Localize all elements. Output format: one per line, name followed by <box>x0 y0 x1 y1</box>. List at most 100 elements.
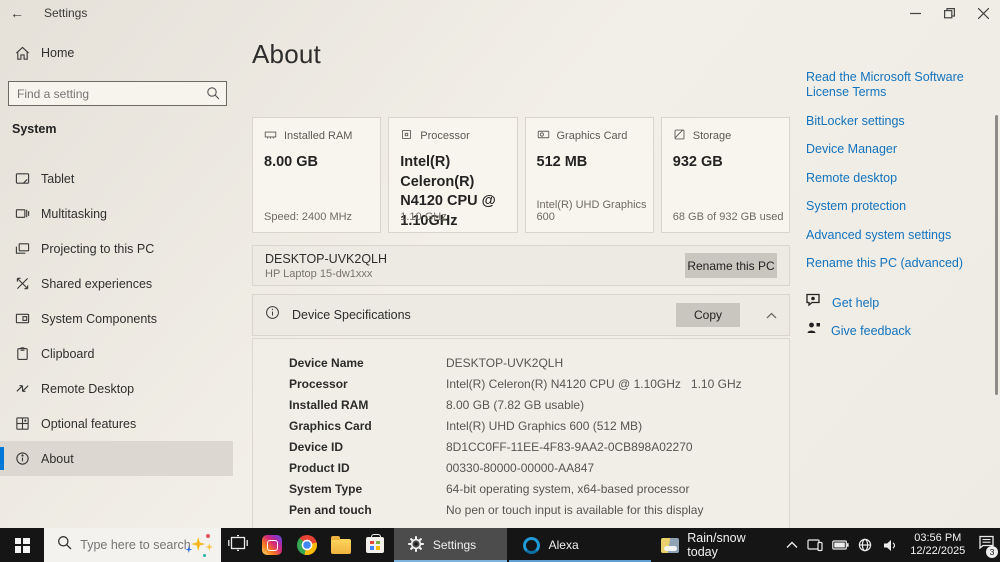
sidebar-item-tablet[interactable]: Tablet <box>0 161 233 196</box>
shared-experiences-icon <box>14 276 30 292</box>
rename-pc-button[interactable]: Rename this PC <box>685 253 777 278</box>
spec-value: Intel(R) Celeron(R) N4120 CPU @ 1.10GHz … <box>446 376 742 391</box>
about-icon <box>14 451 30 467</box>
spec-row: Device ID 8D1CC0FF-11EE-4F83-9AA2-0CB898A… <box>253 436 789 457</box>
restore-button[interactable] <box>932 0 966 26</box>
search-highlights-icon[interactable] <box>185 533 214 557</box>
sidebar-item-projecting[interactable]: Projecting to this PC <box>0 231 233 266</box>
taskbar-search-input[interactable] <box>80 538 199 552</box>
sidebar: Home System Tablet Multitasking <box>0 26 233 528</box>
storage-icon <box>673 128 686 144</box>
card-value: 512 MB <box>536 154 588 170</box>
settings-window: ← Settings Home System <box>0 0 1000 546</box>
get-help-link[interactable]: Get help <box>806 293 998 312</box>
link-rename-advanced[interactable]: Rename this PC (advanced) <box>806 256 998 271</box>
give-feedback-icon <box>806 321 821 340</box>
sidebar-item-shared-experiences[interactable]: Shared experiences <box>0 266 233 301</box>
network-globe-icon[interactable] <box>856 538 874 552</box>
instagram-button[interactable] <box>255 528 289 562</box>
taskbar-clock[interactable]: 03:56 PM 12/22/2025 <box>903 528 972 562</box>
action-center-button[interactable]: 3 <box>972 528 1000 562</box>
spec-label: System Type <box>289 481 363 496</box>
weather-widget[interactable]: Rain/snow today <box>651 528 782 562</box>
card-storage: Storage 932 GB 68 GB of 932 GB used <box>660 117 790 233</box>
card-processor: Processor Intel(R) Celeron(R) N4120 CPU … <box>388 117 518 233</box>
card-footer: Speed: 2400 MHz <box>264 211 353 223</box>
volume-icon[interactable] <box>881 539 899 552</box>
system-components-icon <box>14 311 30 327</box>
device-name-bar: DESKTOP-UVK2QLH HP Laptop 15-dw1xxx Rena… <box>252 245 790 286</box>
sidebar-item-clipboard[interactable]: Clipboard <box>0 336 233 371</box>
spec-value: DESKTOP-UVK2QLH <box>446 355 564 370</box>
clipboard-icon <box>14 346 30 362</box>
minimize-button[interactable] <box>898 0 932 26</box>
help-label: Give feedback <box>831 323 911 338</box>
clock-time: 03:56 PM <box>914 532 962 544</box>
device-model: HP Laptop 15-dw1xxx <box>265 267 373 280</box>
copy-button[interactable]: Copy <box>676 303 740 327</box>
chrome-button[interactable] <box>289 528 323 562</box>
tablet-icon <box>14 171 30 187</box>
card-label: Installed RAM <box>284 130 353 142</box>
sidebar-section-label: System <box>12 122 57 136</box>
spec-value: 8.00 GB (7.82 GB usable) <box>446 397 585 412</box>
spec-label: Processor <box>289 376 348 391</box>
sidebar-item-about[interactable]: About <box>0 441 233 476</box>
back-button[interactable]: ← <box>0 5 34 21</box>
sidebar-item-remote-desktop[interactable]: Remote Desktop <box>0 371 233 406</box>
card-footer: Intel(R) UHD Graphics 600 <box>536 199 647 223</box>
spec-label: Device Name <box>289 355 364 370</box>
instagram-icon <box>262 535 283 555</box>
window-title: Settings <box>44 6 88 20</box>
search-input[interactable] <box>8 81 227 106</box>
card-label: Processor <box>420 130 470 142</box>
spec-row: Device Name DESKTOP-UVK2QLH <box>253 352 789 373</box>
notification-badge: 3 <box>985 546 998 558</box>
sidebar-home-label: Home <box>41 46 75 60</box>
task-view-button[interactable] <box>221 528 255 562</box>
close-button[interactable] <box>966 0 1000 26</box>
spec-row: Pen and touch No pen or touch input is av… <box>253 499 789 520</box>
link-advanced-system-settings[interactable]: Advanced system settings <box>806 228 998 243</box>
search-icon <box>57 535 72 555</box>
sidebar-item-home[interactable]: Home <box>0 38 233 68</box>
gear-icon <box>408 535 424 555</box>
sidebar-item-optional-features[interactable]: Optional features <box>0 406 233 441</box>
spec-label: Installed RAM <box>289 397 369 412</box>
link-system-protection[interactable]: System protection <box>806 199 998 214</box>
start-button[interactable] <box>0 528 44 562</box>
tray-overflow-button[interactable] <box>782 528 802 562</box>
microsoft-store-button[interactable] <box>358 528 392 562</box>
give-feedback-link[interactable]: Give feedback <box>806 321 998 340</box>
link-device-manager[interactable]: Device Manager <box>806 142 998 157</box>
sidebar-item-multitasking[interactable]: Multitasking <box>0 196 233 231</box>
device-specs-panel: Device Name DESKTOP-UVK2QLH Processor Inte… <box>252 338 790 533</box>
taskbar-search[interactable] <box>44 528 222 562</box>
taskbar-alexa-app[interactable]: Alexa <box>508 528 652 562</box>
vertical-scrollbar[interactable] <box>995 115 998 395</box>
sidebar-item-label: Projecting to this PC <box>41 241 155 256</box>
your-phone-icon[interactable] <box>806 538 824 552</box>
multitasking-icon <box>14 206 30 222</box>
taskbar-settings-app[interactable]: Settings <box>393 528 507 562</box>
projecting-icon <box>14 241 30 257</box>
card-footer: 1.10 GHz <box>400 211 447 223</box>
device-specs-header[interactable]: Device Specifications Copy <box>252 294 790 336</box>
processor-icon <box>400 128 413 144</box>
link-bitlocker[interactable]: BitLocker settings <box>806 114 998 129</box>
card-label: Graphics Card <box>556 130 628 142</box>
specs-title: Device Specifications <box>292 308 411 322</box>
file-explorer-button[interactable] <box>324 528 358 562</box>
chevron-up-icon[interactable] <box>766 306 777 324</box>
sidebar-item-label: Clipboard <box>41 346 95 361</box>
link-remote-desktop[interactable]: Remote desktop <box>806 171 998 186</box>
search-icon[interactable] <box>206 86 220 105</box>
weather-icon <box>660 537 680 553</box>
card-value: 932 GB <box>672 154 723 170</box>
sidebar-item-system-components[interactable]: System Components <box>0 301 233 336</box>
card-footer: 68 GB of 932 GB used <box>672 211 784 223</box>
link-license-terms[interactable]: Read the Microsoft Software License Term… <box>806 70 998 100</box>
taskbar-alexa-label: Alexa <box>548 538 579 552</box>
microsoft-store-icon <box>365 534 384 553</box>
battery-icon[interactable] <box>831 540 849 550</box>
